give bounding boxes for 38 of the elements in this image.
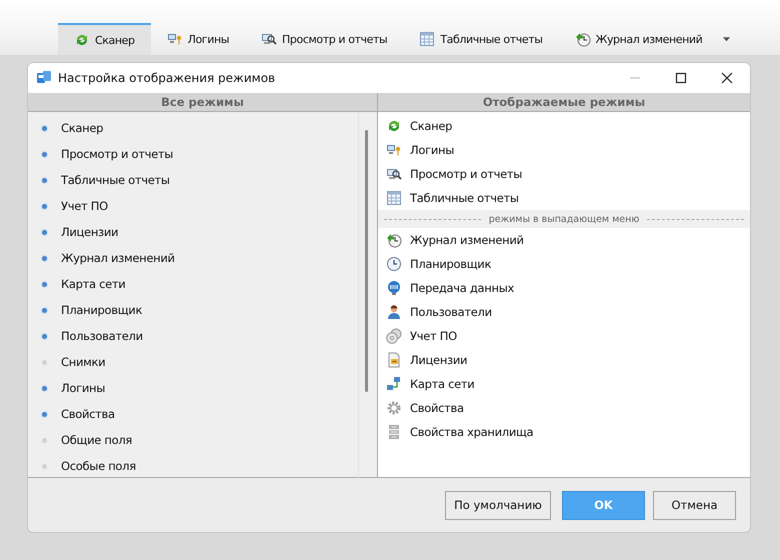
- mode-list-item[interactable]: Журнал изменений: [28, 245, 358, 271]
- mode-list-item[interactable]: Карта сети: [28, 271, 358, 297]
- mode-list-item[interactable]: Снимки: [28, 349, 358, 375]
- mode-list-item[interactable]: Свойства: [28, 401, 358, 427]
- mode-list-item[interactable]: Табличные отчеты: [28, 167, 358, 193]
- mode-list-item[interactable]: Лицензии: [28, 219, 358, 245]
- mode-list-item[interactable]: Пользователи: [378, 300, 750, 324]
- mode-list-item[interactable]: Логины: [378, 138, 750, 162]
- column-header: Отображаемые режимы: [378, 93, 750, 112]
- separator-label: режимы в выпадающем меню: [488, 214, 640, 224]
- dialog-button[interactable]: По умолчанию: [445, 490, 551, 520]
- mode-tab[interactable]: Просмотр и отчеты: [245, 23, 404, 55]
- mode-list-item[interactable]: Особые поля: [28, 453, 358, 479]
- mode-list-item[interactable]: Просмотр и отчеты: [378, 162, 750, 186]
- mode-list-item[interactable]: Пользователи: [28, 323, 358, 349]
- mode-list-item[interactable]: Сканер: [378, 114, 750, 138]
- mode-list-item[interactable]: Учет ПО: [378, 324, 750, 348]
- mode-list-item[interactable]: Просмотр и отчеты: [28, 141, 358, 167]
- mode-list-item[interactable]: Планировщик: [28, 297, 358, 323]
- mode-tab[interactable]: Журнал изменений: [558, 23, 718, 55]
- mode-list-item[interactable]: Планировщик: [378, 252, 750, 276]
- mode-tab[interactable]: Логины: [150, 23, 246, 55]
- mode-list-item[interactable]: Табличные отчеты: [378, 186, 750, 210]
- mode-list-item[interactable]: Свойства хранилища: [378, 420, 750, 444]
- mode-tab[interactable]: Сканер: [58, 23, 151, 55]
- column-header: Все режимы: [28, 93, 377, 112]
- mode-list-item[interactable]: Учет ПО: [28, 193, 358, 219]
- window-title: Настройка отображения режимов: [58, 71, 276, 85]
- mode-list-item[interactable]: Карта сети: [378, 372, 750, 396]
- mode-list-item[interactable]: Лицензии: [378, 348, 750, 372]
- mode-list-item[interactable]: Свойства: [378, 396, 750, 420]
- mode-list-item[interactable]: Общие поля: [28, 427, 358, 453]
- mode-list-item[interactable]: Журнал изменений: [378, 228, 750, 252]
- mode-tab[interactable]: Табличные отчеты: [403, 23, 558, 55]
- mode-list-item[interactable]: Передача данных: [378, 276, 750, 300]
- mode-list-item[interactable]: Сканер: [28, 115, 358, 141]
- dialog-button[interactable]: Отмена: [653, 490, 736, 520]
- mode-list-item[interactable]: Логины: [28, 375, 358, 401]
